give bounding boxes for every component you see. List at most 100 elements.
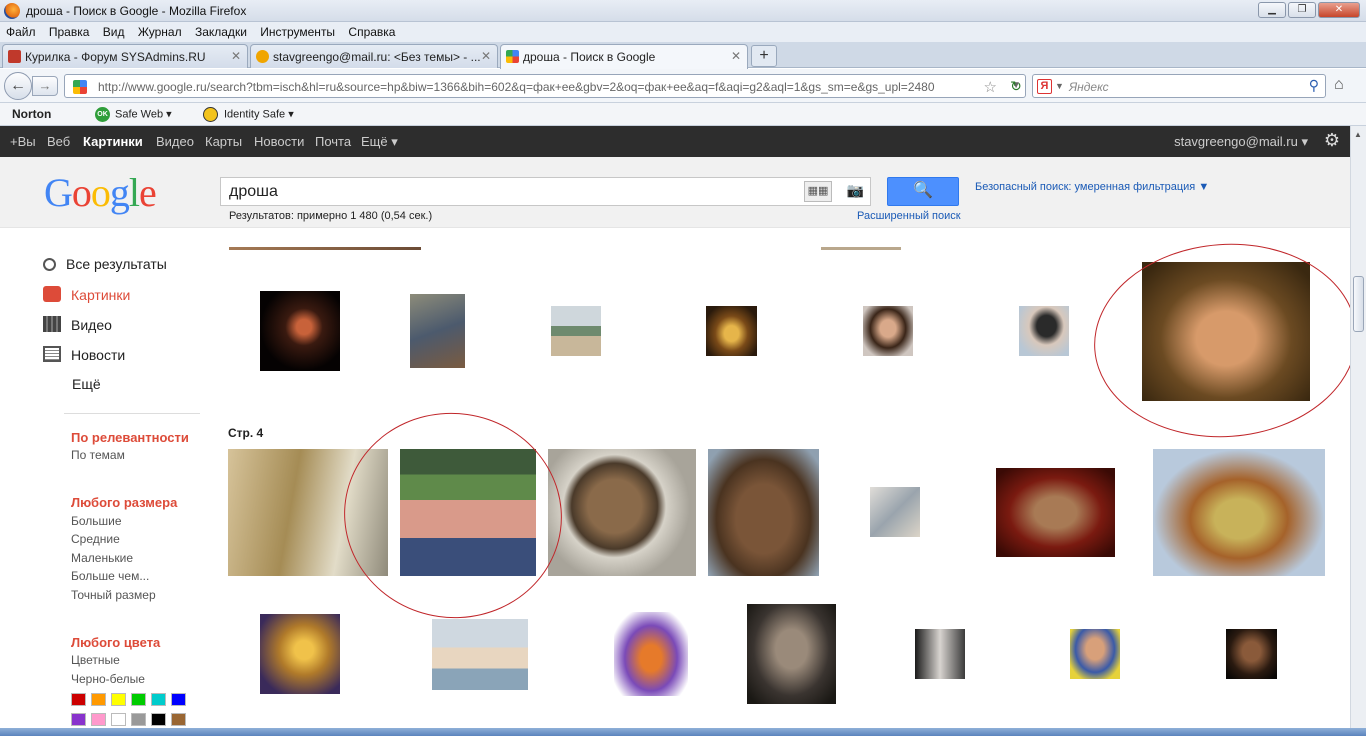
url-text[interactable]: http://www.google.ru/search?tbm=isch&hl=… bbox=[98, 80, 968, 94]
image-thumbnail-partial[interactable] bbox=[821, 247, 901, 250]
image-thumbnail[interactable] bbox=[410, 294, 465, 368]
size-large[interactable]: Большие bbox=[71, 514, 122, 528]
menu-tools[interactable]: Инструменты bbox=[254, 22, 339, 39]
keyboard-icon[interactable]: ▦▦ bbox=[804, 181, 832, 202]
image-thumbnail[interactable] bbox=[706, 306, 757, 356]
menu-file[interactable]: Файл bbox=[0, 22, 40, 39]
tab-close-icon[interactable]: ✕ bbox=[481, 49, 491, 63]
image-thumbnail[interactable] bbox=[548, 449, 696, 576]
vertical-scrollbar[interactable]: ▲ bbox=[1350, 126, 1366, 728]
size-medium[interactable]: Средние bbox=[71, 532, 120, 546]
tab-mail[interactable]: stavgreengo@mail.ru: <Без темы> - ... ✕ bbox=[250, 44, 498, 68]
gbar-web[interactable]: Веб bbox=[47, 134, 70, 149]
tab-forum[interactable]: Курилка - Форум SYSAdmins.RU ✕ bbox=[2, 44, 248, 68]
color-swatch[interactable] bbox=[131, 693, 146, 706]
image-thumbnail[interactable] bbox=[1019, 306, 1069, 356]
image-thumbnail[interactable] bbox=[915, 629, 965, 679]
search-input[interactable]: дроша ▦▦ 📷 bbox=[220, 177, 871, 206]
color-any[interactable]: Любого цвета bbox=[71, 635, 160, 650]
image-thumbnail[interactable] bbox=[1142, 262, 1310, 401]
gear-icon[interactable]: ⚙ bbox=[1324, 130, 1340, 151]
minimize-button[interactable]: ▁ bbox=[1258, 2, 1286, 18]
close-button[interactable]: ✕ bbox=[1318, 2, 1360, 18]
site-identity-icon[interactable] bbox=[73, 80, 87, 94]
tab-close-icon[interactable]: ✕ bbox=[731, 49, 741, 63]
tab-google[interactable]: дроша - Поиск в Google ✕ bbox=[500, 44, 748, 69]
color-swatch[interactable] bbox=[91, 713, 106, 726]
size-larger-than[interactable]: Больше чем... bbox=[71, 569, 149, 583]
maximize-button[interactable]: ❐ bbox=[1288, 2, 1316, 18]
nav-images[interactable]: Картинки bbox=[43, 286, 130, 303]
image-thumbnail[interactable] bbox=[400, 449, 536, 576]
scroll-up-icon[interactable]: ▲ bbox=[1354, 130, 1362, 139]
back-button[interactable]: ← bbox=[4, 72, 32, 100]
nav-video[interactable]: Видео bbox=[43, 316, 112, 333]
nav-all-results[interactable]: Все результаты bbox=[43, 256, 167, 272]
gbar-images[interactable]: Картинки bbox=[83, 134, 143, 149]
size-any[interactable]: Любого размера bbox=[71, 495, 177, 510]
sort-relevance[interactable]: По релевантности bbox=[71, 430, 189, 445]
image-thumbnail[interactable] bbox=[747, 604, 836, 704]
color-swatch[interactable] bbox=[171, 693, 186, 706]
search-placeholder[interactable]: Яндекс bbox=[1069, 80, 1109, 94]
norton-logo[interactable]: Norton bbox=[12, 107, 51, 121]
sort-topics[interactable]: По темам bbox=[71, 448, 125, 462]
yandex-logo-icon[interactable]: Я bbox=[1037, 79, 1052, 94]
menu-help[interactable]: Справка bbox=[342, 22, 399, 39]
nav-news[interactable]: Новости bbox=[43, 346, 125, 363]
account-menu[interactable]: stavgreengo@mail.ru ▾ bbox=[1174, 134, 1308, 150]
search-query[interactable]: дроша bbox=[229, 183, 278, 201]
size-small[interactable]: Маленькие bbox=[71, 551, 133, 565]
search-icon[interactable]: ⚲ bbox=[1309, 77, 1319, 94]
color-swatch[interactable] bbox=[91, 693, 106, 706]
gbar-maps[interactable]: Карты bbox=[205, 134, 242, 149]
image-thumbnail[interactable] bbox=[260, 291, 340, 371]
image-thumbnail[interactable] bbox=[863, 306, 913, 356]
color-swatch[interactable] bbox=[71, 693, 86, 706]
image-thumbnail-partial[interactable] bbox=[229, 247, 421, 250]
image-thumbnail[interactable] bbox=[870, 487, 920, 537]
new-tab-button[interactable]: + bbox=[751, 45, 777, 67]
color-swatch[interactable] bbox=[131, 713, 146, 726]
gbar-more[interactable]: Ещё ▾ bbox=[361, 134, 398, 150]
gbar-plus[interactable]: +Вы bbox=[10, 134, 36, 149]
nav-more[interactable]: Ещё bbox=[72, 376, 101, 392]
image-thumbnail[interactable] bbox=[228, 449, 388, 576]
safe-web-button[interactable]: OK Safe Web ▾ bbox=[95, 107, 172, 122]
yandex-search-box[interactable]: Я ▼ Яндекс ⚲ bbox=[1032, 74, 1326, 98]
url-bar[interactable]: http://www.google.ru/search?tbm=isch&hl=… bbox=[64, 74, 1026, 98]
menu-bookmarks[interactable]: Закладки bbox=[189, 22, 251, 39]
bookmark-star-icon[interactable]: ☆ bbox=[984, 78, 997, 96]
image-thumbnail[interactable] bbox=[551, 306, 601, 356]
image-thumbnail[interactable] bbox=[1070, 629, 1120, 679]
menu-history[interactable]: Журнал bbox=[132, 22, 186, 39]
image-thumbnail[interactable] bbox=[996, 468, 1115, 557]
engine-dropdown-icon[interactable]: ▼ bbox=[1055, 81, 1064, 91]
gbar-news[interactable]: Новости bbox=[254, 134, 304, 149]
menu-view[interactable]: Вид bbox=[97, 22, 129, 39]
home-button[interactable]: ⌂ bbox=[1334, 76, 1344, 94]
image-thumbnail[interactable] bbox=[1153, 449, 1325, 576]
search-button[interactable]: 🔍 bbox=[887, 177, 959, 206]
gbar-video[interactable]: Видео bbox=[156, 134, 194, 149]
image-thumbnail[interactable] bbox=[1226, 629, 1277, 679]
color-full[interactable]: Цветные bbox=[71, 653, 120, 667]
google-logo[interactable]: Google bbox=[44, 169, 157, 216]
image-thumbnail[interactable] bbox=[260, 614, 340, 694]
advanced-search-link[interactable]: Расширенный поиск bbox=[857, 210, 961, 222]
color-swatch[interactable] bbox=[151, 713, 166, 726]
color-bw[interactable]: Черно-белые bbox=[71, 672, 145, 686]
reload-button[interactable]: ↻ bbox=[1006, 74, 1026, 98]
color-swatch[interactable] bbox=[111, 693, 126, 706]
color-swatch[interactable] bbox=[171, 713, 186, 726]
color-swatch[interactable] bbox=[151, 693, 166, 706]
identity-safe-button[interactable]: Identity Safe ▾ bbox=[203, 107, 294, 122]
safe-search-link[interactable]: Безопасный поиск: умеренная фильтрация ▼ bbox=[975, 181, 1209, 193]
image-thumbnail[interactable] bbox=[432, 619, 528, 690]
tab-close-icon[interactable]: ✕ bbox=[231, 49, 241, 63]
size-exact[interactable]: Точный размер bbox=[71, 588, 156, 602]
forward-button[interactable]: → bbox=[32, 76, 58, 96]
color-swatch[interactable] bbox=[71, 713, 86, 726]
menu-edit[interactable]: Правка bbox=[43, 22, 94, 39]
gbar-mail[interactable]: Почта bbox=[315, 134, 351, 149]
